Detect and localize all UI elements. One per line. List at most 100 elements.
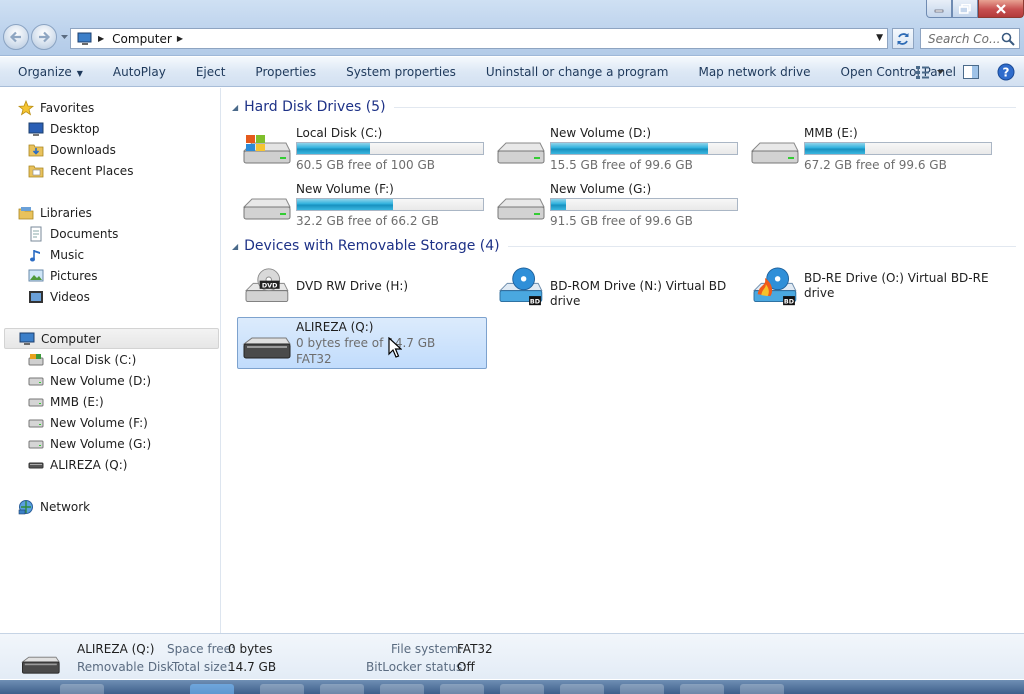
nav-favorites[interactable]: Favorites — [18, 97, 94, 118]
organize-button[interactable]: Organize ▼ — [0, 57, 98, 87]
nav-network[interactable]: Network — [18, 496, 90, 517]
svg-text:BD: BD — [784, 298, 794, 305]
desktop-icon — [28, 121, 44, 137]
videos-icon — [28, 289, 44, 305]
drive-name: DVD RW Drive (H:) — [296, 279, 409, 293]
nav-drive-d[interactable]: New Volume (D:) — [28, 370, 151, 391]
address-bar[interactable]: ▶ Computer ▶ ▼ — [70, 28, 888, 49]
drive-usage-fill — [297, 199, 393, 210]
taskbar-button[interactable] — [740, 684, 784, 694]
nav-label: Pictures — [50, 268, 98, 283]
nav-label: Desktop — [50, 121, 100, 136]
drive-n-bd-rom[interactable]: BD BD-ROM Drive (N:) Virtual BD drive — [492, 261, 742, 313]
taskbar-button[interactable] — [440, 684, 484, 694]
organize-label: Organize — [18, 64, 72, 79]
nav-drive-f[interactable]: New Volume (F:) — [28, 412, 148, 433]
uninstall-program-button[interactable]: Uninstall or change a program — [471, 57, 684, 87]
group-header-removable-storage[interactable]: ◢ Devices with Removable Storage (4) — [232, 236, 1016, 256]
details-name: ALIREZA (Q:) — [77, 642, 155, 656]
dvd-drive-icon: DVD — [244, 268, 289, 302]
taskbar-button[interactable] — [560, 684, 604, 694]
map-network-drive-button[interactable]: Map network drive — [683, 57, 825, 87]
recent-pages-button[interactable] — [59, 24, 69, 50]
close-button[interactable] — [978, 0, 1024, 18]
command-bar: Organize ▼ AutoPlay Eject Properties Syst… — [0, 57, 1024, 87]
drive-c[interactable]: Local Disk (C:) 60.5 GB free of 100 GB — [238, 123, 488, 175]
taskbar-button[interactable] — [260, 684, 304, 694]
nav-drive-g[interactable]: New Volume (G:) — [28, 433, 151, 454]
system-properties-button[interactable]: System properties — [331, 57, 471, 87]
taskbar-button-explorer[interactable] — [190, 684, 234, 694]
nav-computer[interactable]: Computer — [4, 328, 219, 349]
breadcrumb-separator[interactable]: ▶ — [98, 34, 104, 43]
collapse-arrow-icon[interactable]: ◢ — [232, 242, 238, 251]
forward-arrow-icon — [39, 31, 51, 43]
taskbar-button[interactable] — [680, 684, 724, 694]
nav-label: Recent Places — [50, 163, 134, 178]
drive-file-system: FAT32 — [296, 352, 332, 366]
taskbar-button[interactable] — [500, 684, 544, 694]
help-icon: ? — [997, 63, 1015, 81]
details-type: Removable Disk — [77, 660, 174, 674]
eject-button[interactable]: Eject — [181, 57, 241, 87]
preview-pane-button[interactable] — [954, 57, 988, 87]
minimize-button[interactable] — [926, 0, 952, 18]
group-header-hard-disk-drives[interactable]: ◢ Hard Disk Drives (5) — [232, 97, 1016, 117]
nav-drive-e[interactable]: MMB (E:) — [28, 391, 104, 412]
drive-e[interactable]: MMB (E:) 67.2 GB free of 99.6 GB — [746, 123, 996, 175]
taskbar-button[interactable] — [620, 684, 664, 694]
drive-o-bd-re[interactable]: BD BD-RE Drive (O:) Virtual BD-RE drive — [746, 261, 996, 313]
recent-places-icon — [28, 163, 44, 179]
nav-downloads[interactable]: Downloads — [28, 139, 116, 160]
properties-button[interactable]: Properties — [240, 57, 331, 87]
back-button[interactable] — [3, 24, 29, 50]
drive-usage-fill — [297, 143, 371, 154]
drive-free-space: 0 bytes free of 14.7 GB — [296, 336, 436, 350]
search-input[interactable] — [928, 31, 1000, 46]
view-options-icon — [916, 66, 944, 79]
group-title: Devices with Removable Storage (4) — [244, 238, 500, 254]
drive-usage-bar — [550, 142, 738, 155]
breadcrumb-separator[interactable]: ▶ — [177, 34, 183, 43]
help-button[interactable]: ? — [988, 57, 1024, 87]
nav-videos[interactable]: Videos — [28, 286, 90, 307]
drive-d[interactable]: New Volume (D:) 15.5 GB free of 99.6 GB — [492, 123, 742, 175]
collapse-arrow-icon[interactable]: ◢ — [232, 103, 238, 112]
address-dropdown-icon[interactable]: ▼ — [876, 33, 883, 43]
search-icon[interactable] — [1001, 32, 1015, 46]
nav-label: Music — [50, 247, 85, 262]
change-view-button[interactable] — [906, 57, 954, 87]
taskbar-button[interactable] — [320, 684, 364, 694]
minimize-icon — [934, 9, 944, 12]
navigation-pane: Favorites Desktop Downloads Recent Place… — [0, 88, 221, 633]
nav-label: Libraries — [40, 205, 92, 220]
nav-pictures[interactable]: Pictures — [28, 265, 98, 286]
taskbar-button[interactable] — [380, 684, 424, 694]
drive-h-dvd[interactable]: DVD DVD RW Drive (H:) — [238, 261, 488, 313]
nav-music[interactable]: Music — [28, 244, 84, 265]
search-box[interactable] — [920, 28, 1020, 49]
nav-documents[interactable]: Documents — [28, 223, 118, 244]
autoplay-button[interactable]: AutoPlay — [98, 57, 181, 87]
taskbar-button[interactable] — [60, 684, 104, 694]
drive-name: ALIREZA (Q:) — [296, 320, 374, 334]
nav-desktop[interactable]: Desktop — [28, 118, 100, 139]
drive-q-removable[interactable]: ALIREZA (Q:) 0 bytes free of 14.7 GB FAT… — [237, 317, 487, 369]
file-system-value: FAT32 — [457, 642, 493, 656]
nav-libraries[interactable]: Libraries — [18, 202, 92, 223]
nav-drive-c[interactable]: Local Disk (C:) — [28, 349, 136, 370]
refresh-button[interactable] — [892, 28, 914, 49]
breadcrumb-computer[interactable]: Computer — [112, 32, 172, 46]
nav-label: New Volume (G:) — [50, 436, 152, 451]
forward-button[interactable] — [31, 24, 57, 50]
removable-disk-icon — [28, 457, 44, 473]
drive-g[interactable]: New Volume (G:) 91.5 GB free of 99.6 GB — [492, 179, 742, 231]
drive-free-space: 91.5 GB free of 99.6 GB — [550, 214, 693, 228]
maximize-button[interactable] — [952, 0, 978, 18]
space-free-label: Space free: — [167, 642, 236, 656]
downloads-folder-icon — [28, 142, 44, 158]
nav-drive-q[interactable]: ALIREZA (Q:) — [28, 454, 127, 475]
drive-f[interactable]: New Volume (F:) 32.2 GB free of 66.2 GB — [238, 179, 488, 231]
computer-icon — [19, 331, 35, 347]
nav-recent-places[interactable]: Recent Places — [28, 160, 133, 181]
